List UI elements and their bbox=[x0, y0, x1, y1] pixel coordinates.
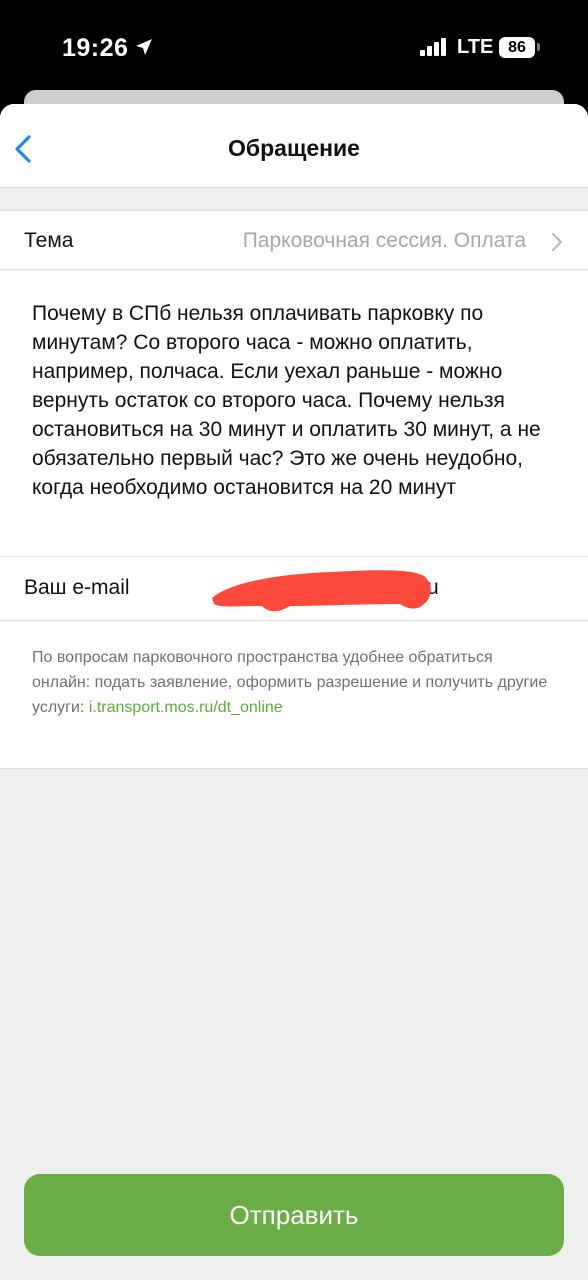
redaction-scribble bbox=[212, 570, 431, 612]
chevron-right-icon bbox=[551, 232, 563, 252]
info-block: По вопросам парковочного пространства уд… bbox=[0, 621, 588, 769]
topic-row[interactable]: Тема Парковочная сессия. Оплата bbox=[0, 210, 588, 270]
topic-value: Парковочная сессия. Оплата bbox=[242, 229, 526, 252]
signal-icon bbox=[420, 38, 448, 56]
nav-bar: Обращение bbox=[0, 104, 588, 188]
topic-label: Тема bbox=[24, 229, 74, 252]
message-field[interactable]: Почему в СПб нельзя оплачивать парковку … bbox=[0, 271, 588, 557]
appeal-sheet: Обращение Тема Парковочная сессия. Оплат… bbox=[0, 104, 588, 1280]
battery-tip bbox=[537, 43, 540, 51]
info-text: По вопросам парковочного пространства уд… bbox=[32, 645, 552, 720]
status-bar: 19:26 LTE 86 bbox=[0, 0, 588, 92]
submit-button[interactable]: Отправить bbox=[24, 1174, 564, 1256]
carrier-label: LTE bbox=[457, 36, 494, 58]
message-text[interactable]: Почему в СПб нельзя оплачивать парковку … bbox=[32, 299, 562, 502]
status-time: 19:26 bbox=[62, 34, 129, 62]
info-link[interactable]: i.transport.mos.ru/dt_online bbox=[89, 699, 283, 716]
page-title: Обращение bbox=[228, 135, 360, 161]
email-label: Ваш e-mail bbox=[24, 576, 130, 599]
location-arrow-icon bbox=[136, 39, 152, 55]
battery-icon: 86 bbox=[499, 37, 535, 58]
